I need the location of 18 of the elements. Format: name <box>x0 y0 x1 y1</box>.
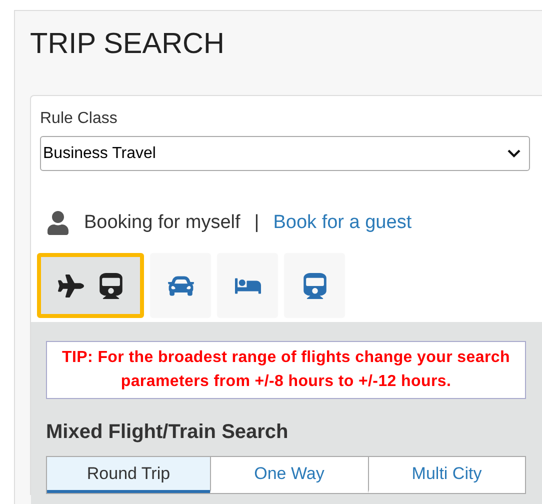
section-heading: Mixed Flight/Train Search <box>46 421 290 444</box>
tip-message: TIP: For the broadest range of flights change your search parameters from +/-8 hours to +/-12 hours. <box>46 341 526 399</box>
guest-link[interactable]: Book for a guest <box>273 212 412 234</box>
page-title: TRIP SEARCH <box>30 27 226 61</box>
chevron-down-icon <box>507 149 521 158</box>
trip-type-tab[interactable]: Round Trip <box>47 457 210 493</box>
train-icon <box>98 272 124 298</box>
airplane-icon <box>58 272 84 298</box>
field-label: Rule Class <box>40 110 118 128</box>
hotel-tab[interactable] <box>217 253 278 318</box>
rule-class-select[interactable]: Business Travel <box>40 136 530 171</box>
train-tab[interactable] <box>284 253 345 318</box>
separator: | <box>254 212 260 234</box>
train-icon <box>302 272 328 298</box>
person-icon <box>46 211 70 235</box>
flight-train-tab[interactable] <box>37 253 144 318</box>
booking-label: Booking for myself <box>84 212 240 234</box>
car-tab[interactable] <box>150 253 211 318</box>
